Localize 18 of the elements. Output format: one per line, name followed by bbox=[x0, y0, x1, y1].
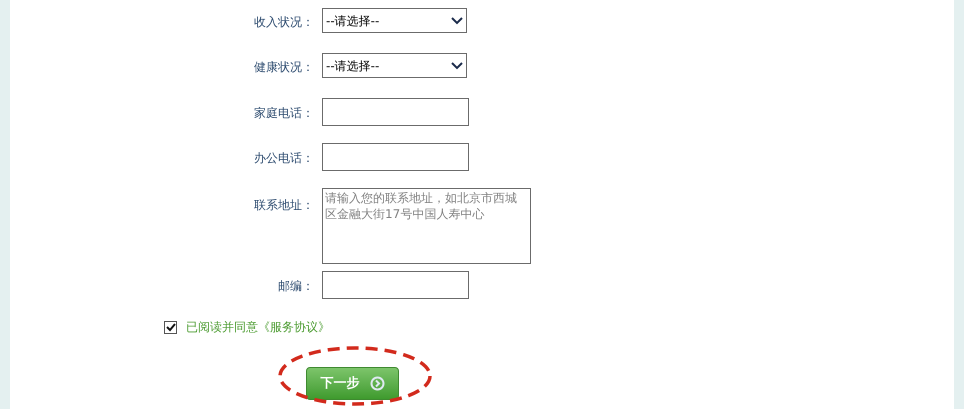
input-field[interactable] bbox=[322, 98, 469, 126]
field-label: 邮编： bbox=[278, 279, 314, 293]
field-label: 办公电话： bbox=[254, 151, 314, 165]
field-label: 家庭电话： bbox=[254, 106, 314, 120]
dropdown[interactable]: --请选择-- bbox=[322, 53, 467, 78]
input-field[interactable] bbox=[322, 143, 469, 171]
input-field[interactable] bbox=[322, 271, 469, 299]
field-label: 联系地址： bbox=[254, 198, 314, 212]
check-icon bbox=[166, 322, 176, 332]
arrow-circle-icon bbox=[370, 376, 384, 391]
field-label: 收入状况： bbox=[254, 15, 314, 29]
field-label: 健康状况： bbox=[254, 60, 314, 74]
agreement-text: 已阅读并同意《服务协议》 bbox=[186, 319, 330, 336]
dropdown[interactable]: --请选择-- bbox=[322, 8, 467, 33]
agreement-checkbox[interactable] bbox=[164, 320, 177, 334]
address-field[interactable]: 请输入您的联系地址，如北京市西城区金融大街17号中国人寿中心 bbox=[322, 188, 531, 264]
chevron-down-icon bbox=[451, 16, 463, 24]
chevron-down-icon bbox=[451, 62, 463, 70]
